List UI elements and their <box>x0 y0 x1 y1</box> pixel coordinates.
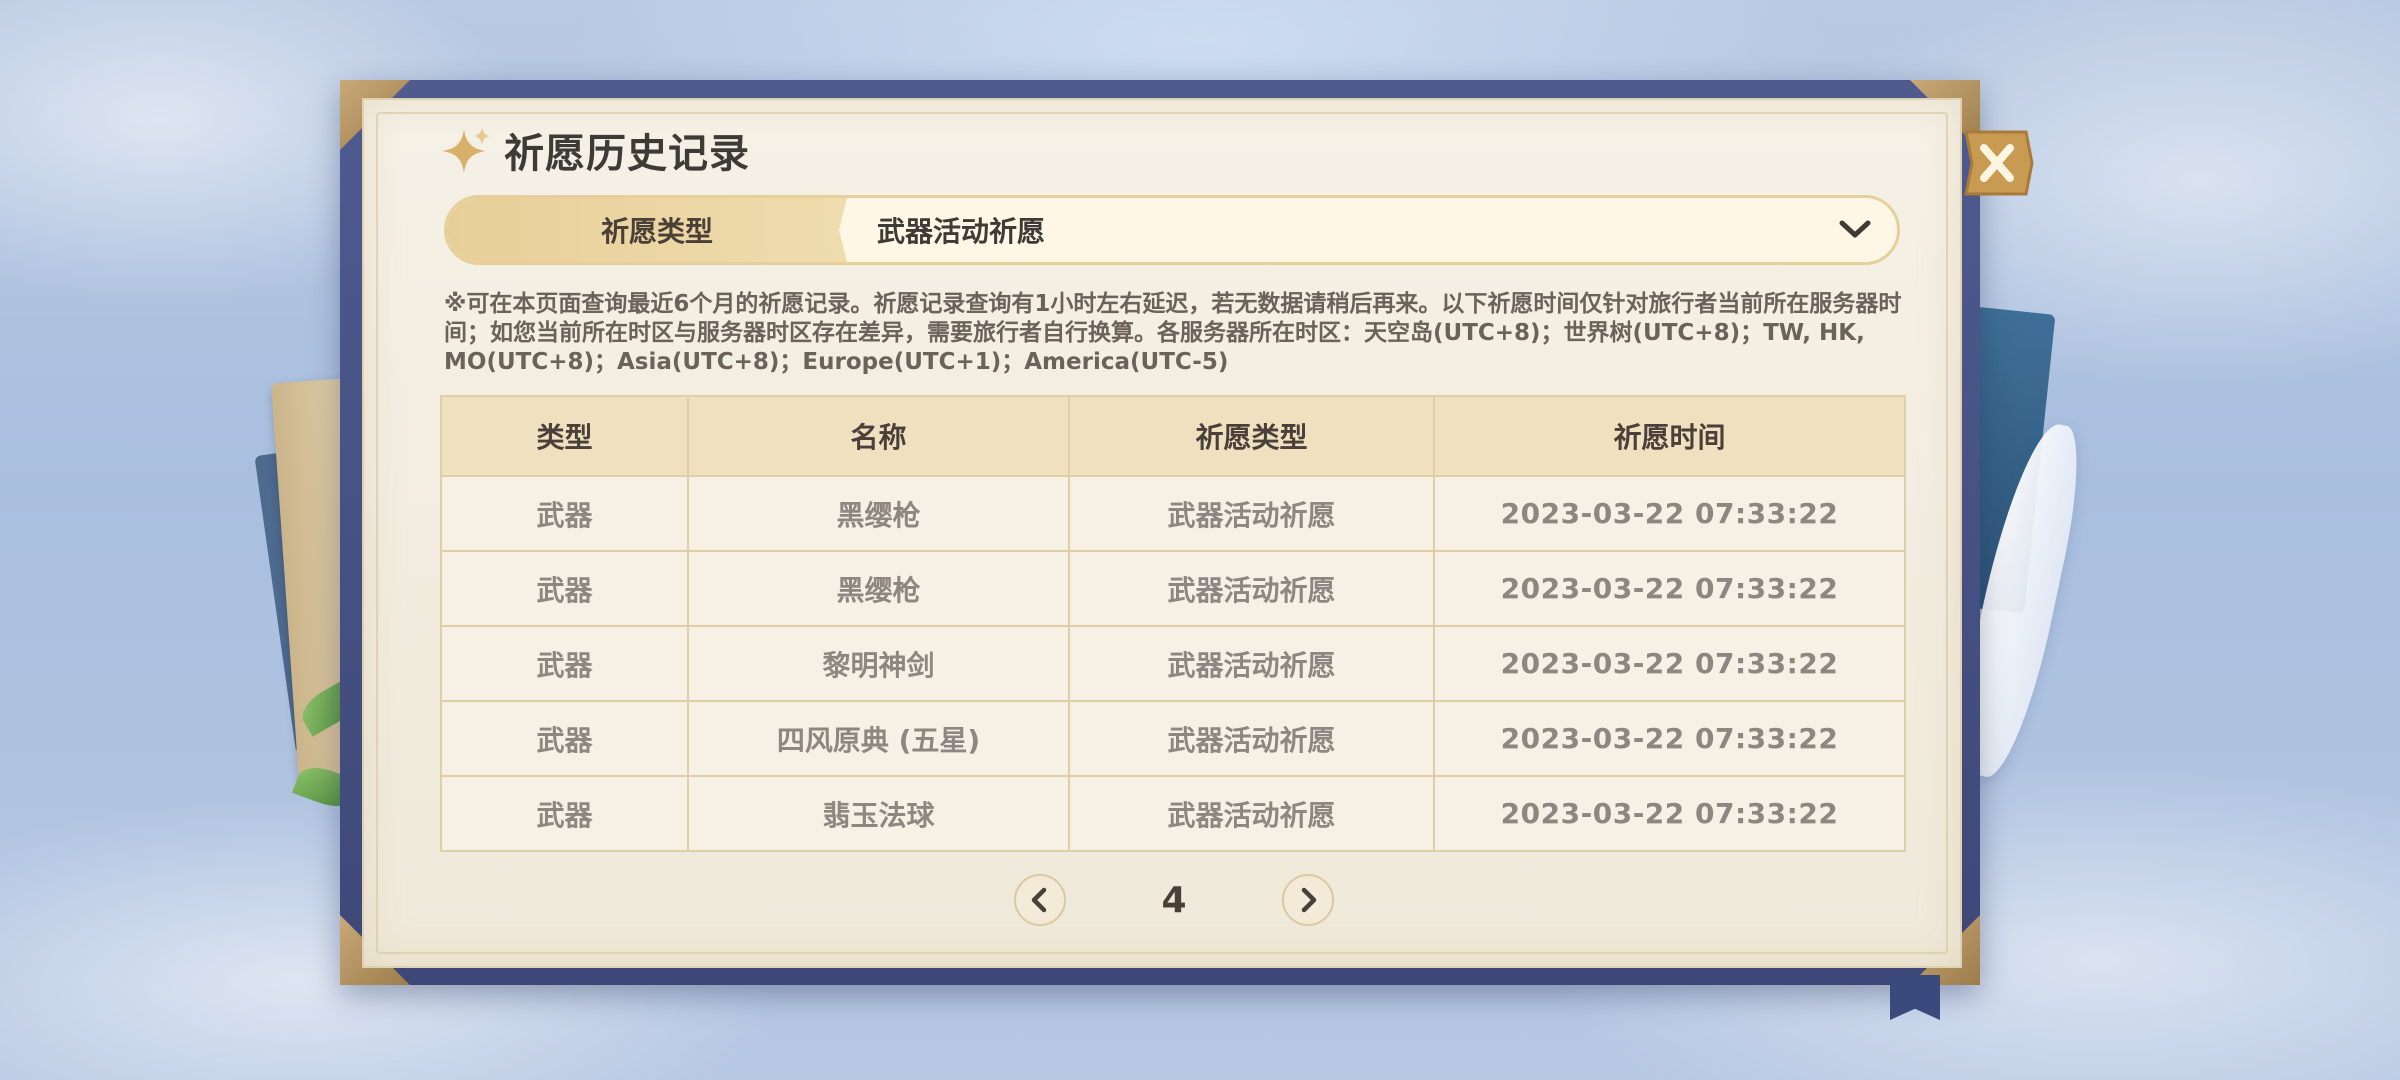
cell-name: 翡玉法球 <box>687 775 1070 852</box>
cell-wish-type: 武器活动祈愿 <box>1068 775 1435 852</box>
cell-type: 武器 <box>440 700 689 777</box>
wish-type-label: 祈愿类型 <box>600 215 713 248</box>
sparkle-star-icon <box>442 127 490 173</box>
cell-wish-type: 武器活动祈愿 <box>1068 625 1435 702</box>
wish-type-label-box: 祈愿类型 <box>447 198 847 262</box>
wish-type-dropdown[interactable]: 祈愿类型 武器活动祈愿 <box>444 195 1900 265</box>
header-wish-time: 祈愿时间 <box>1433 395 1906 477</box>
background-sky: 祈愿历史记录 祈愿类型 武器活动祈愿 ※可在本页面查询最近6个月的祈愿记录。祈愿… <box>0 0 2400 1080</box>
table-header-row: 类型 名称 祈愿类型 祈愿时间 <box>440 395 1906 477</box>
cell-time: 2023-03-22 07:33:22 <box>1433 775 1906 852</box>
chevron-right-icon <box>1301 887 1317 913</box>
bookmark-ribbon <box>1890 975 1940 1020</box>
table-row: 武器 黑缨枪 武器活动祈愿 2023-03-22 07:33:22 <box>440 475 1906 552</box>
cell-type: 武器 <box>440 625 689 702</box>
notice-text: ※可在本页面查询最近6个月的祈愿记录。祈愿记录查询有1小时左右延迟，若无数据请稍… <box>444 291 1902 375</box>
header-wish-type: 祈愿类型 <box>1068 395 1435 477</box>
page-title: 祈愿历史记录 <box>504 131 750 177</box>
next-page-button[interactable] <box>1282 874 1334 926</box>
table-row: 武器 黑缨枪 武器活动祈愿 2023-03-22 07:33:22 <box>440 550 1906 627</box>
cell-time: 2023-03-22 07:33:22 <box>1433 700 1906 777</box>
chevron-left-icon <box>1031 887 1047 913</box>
cell-name: 黑缨枪 <box>687 550 1070 627</box>
cell-time: 2023-03-22 07:33:22 <box>1433 475 1906 552</box>
cell-wish-type: 武器活动祈愿 <box>1068 550 1435 627</box>
title-row: 祈愿历史记录 <box>442 120 750 180</box>
current-page-number: 4 <box>1161 879 1187 921</box>
cell-wish-type: 武器活动祈愿 <box>1068 700 1435 777</box>
cell-wish-type: 武器活动祈愿 <box>1068 475 1435 552</box>
header-type: 类型 <box>440 395 689 477</box>
prev-page-button[interactable] <box>1014 874 1066 926</box>
cell-type: 武器 <box>440 775 689 852</box>
close-x-icon <box>1964 130 2034 196</box>
cell-name: 黑缨枪 <box>687 475 1070 552</box>
cell-time: 2023-03-22 07:33:22 <box>1433 625 1906 702</box>
cell-type: 武器 <box>440 550 689 627</box>
header-name: 名称 <box>687 395 1070 477</box>
table-row: 武器 翡玉法球 武器活动祈愿 2023-03-22 07:33:22 <box>440 775 1906 852</box>
cell-name: 黎明神剑 <box>687 625 1070 702</box>
pagination: 4 <box>1014 870 1334 930</box>
chevron-down-icon[interactable] <box>1835 210 1875 250</box>
close-button[interactable] <box>1960 128 2035 198</box>
cell-time: 2023-03-22 07:33:22 <box>1433 550 1906 627</box>
cell-name-five-star: 四风原典 (五星) <box>687 700 1070 777</box>
wish-records-table: 类型 名称 祈愿类型 祈愿时间 武器 黑缨枪 武器活动祈愿 2023-03-22… <box>440 395 1906 852</box>
wish-history-panel: 祈愿历史记录 祈愿类型 武器活动祈愿 ※可在本页面查询最近6个月的祈愿记录。祈愿… <box>362 98 1962 968</box>
wish-type-selected[interactable]: 武器活动祈愿 <box>847 210 1835 250</box>
table-row: 武器 黎明神剑 武器活动祈愿 2023-03-22 07:33:22 <box>440 625 1906 702</box>
cell-type: 武器 <box>440 475 689 552</box>
table-row: 武器 四风原典 (五星) 武器活动祈愿 2023-03-22 07:33:22 <box>440 700 1906 777</box>
